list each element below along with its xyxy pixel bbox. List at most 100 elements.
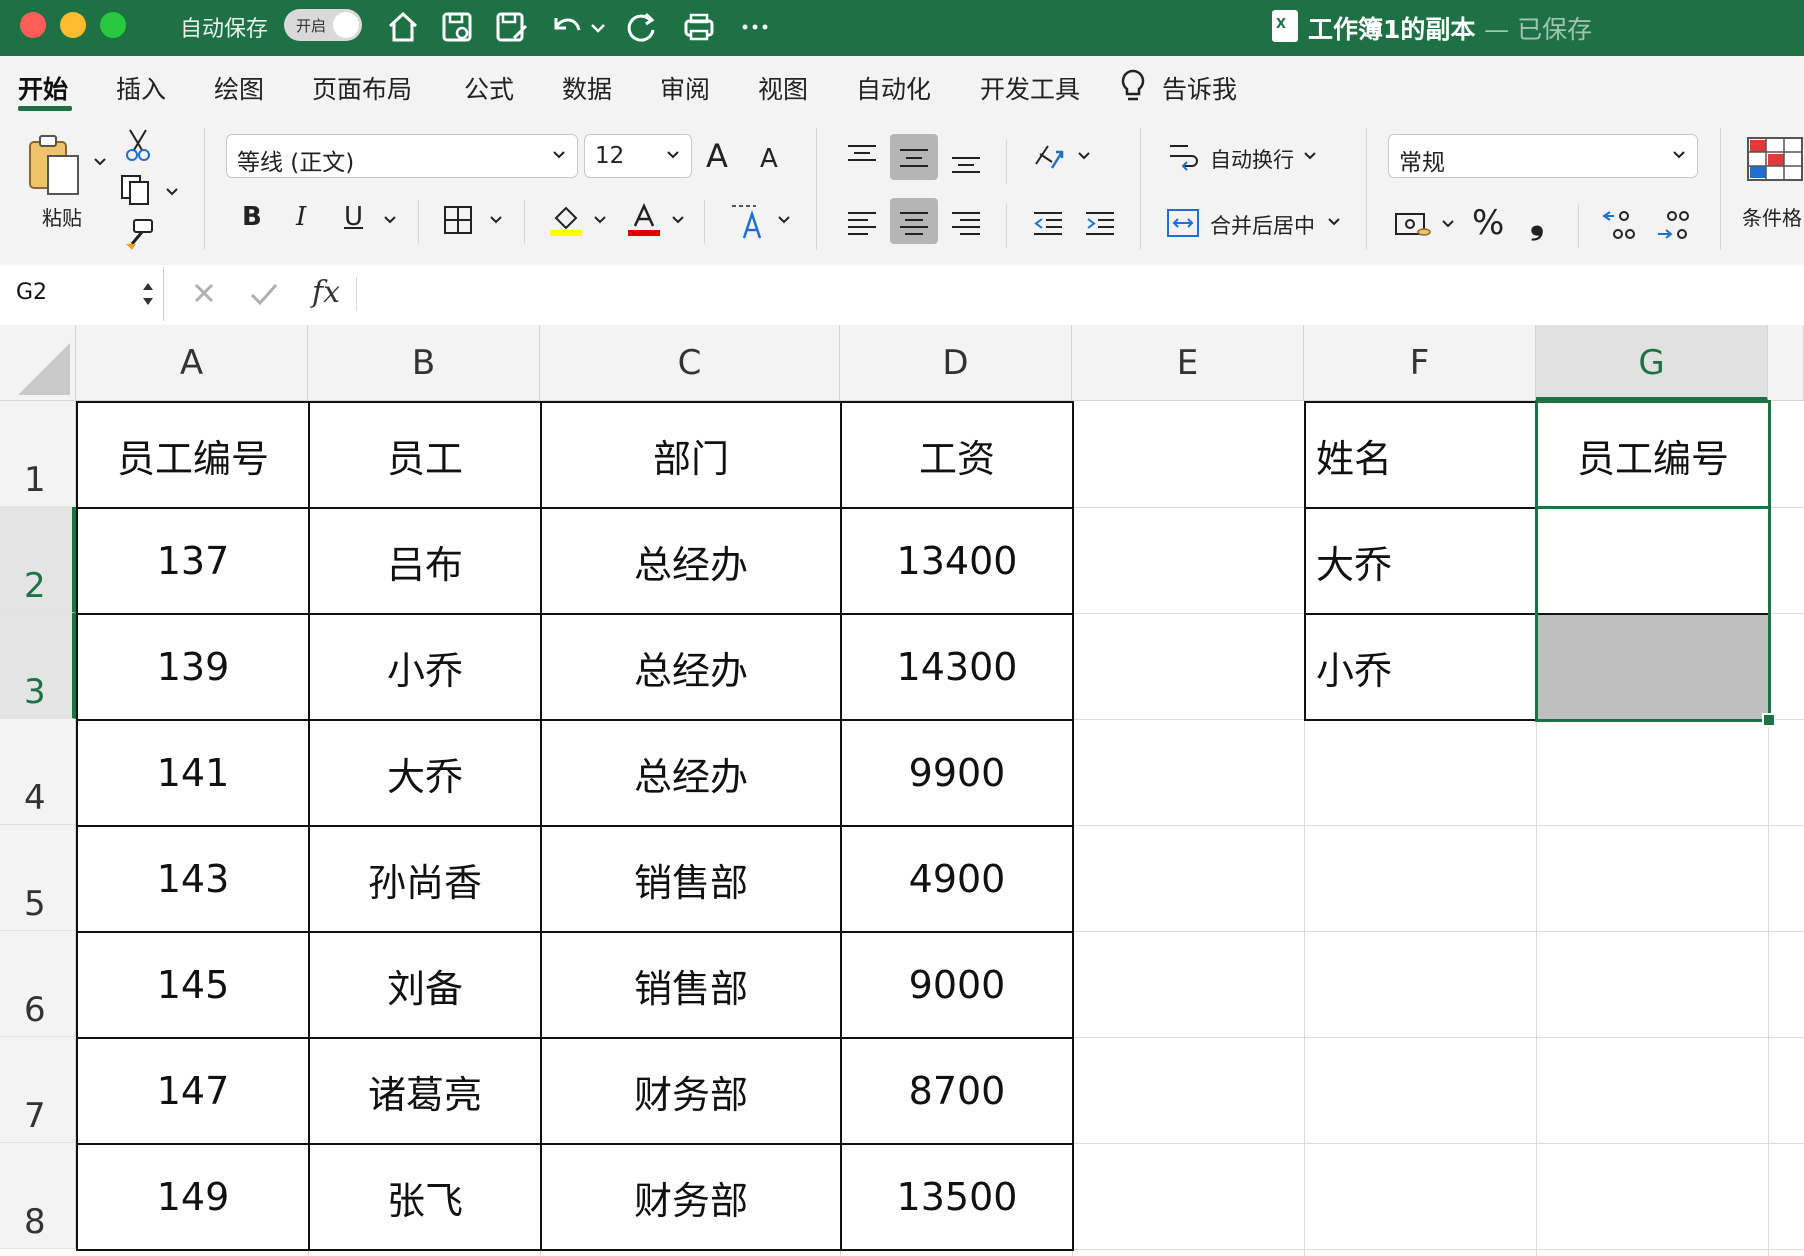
tab-home[interactable]: 开始 [18, 70, 68, 106]
font-color-icon[interactable] [626, 202, 662, 238]
phonetic-guide-icon[interactable] [728, 202, 770, 240]
table-cell[interactable]: 吕布 [308, 507, 542, 615]
table-cell[interactable]: 财务部 [540, 1037, 842, 1145]
table-cell[interactable]: 销售部 [540, 825, 842, 933]
table-cell[interactable]: 147 [76, 1037, 310, 1145]
italic-button[interactable]: I [296, 204, 306, 230]
row-header-7[interactable]: 7 [0, 1037, 76, 1143]
align-middle-icon[interactable] [898, 146, 930, 170]
underline-button[interactable]: U [344, 204, 363, 230]
fill-color-icon[interactable] [548, 202, 584, 238]
cut-icon[interactable] [124, 128, 152, 162]
wrap-dropdown-icon[interactable] [1302, 148, 1318, 164]
row-header-6[interactable]: 6 [0, 931, 76, 1037]
phonetic-dropdown-icon[interactable] [776, 212, 792, 228]
align-right-icon[interactable] [950, 210, 982, 236]
align-center-icon[interactable] [898, 210, 930, 236]
tab-page-layout[interactable]: 页面布局 [312, 70, 412, 106]
row-header-2[interactable]: 2 [0, 507, 76, 613]
undo-icon[interactable] [548, 8, 586, 46]
table-cell[interactable]: 总经办 [540, 719, 842, 827]
font-color-dropdown-icon[interactable] [670, 212, 686, 228]
text-orientation-icon[interactable] [1030, 138, 1066, 174]
table-cell[interactable]: 孙尚香 [308, 825, 542, 933]
table-cell[interactable]: 刘备 [308, 931, 542, 1039]
table-cell[interactable]: 145 [76, 931, 310, 1039]
table-cell[interactable]: 13400 [840, 507, 1074, 615]
copy-dropdown-icon[interactable] [164, 184, 180, 200]
table-cell[interactable]: 14300 [840, 613, 1074, 721]
table-cell[interactable]: 143 [76, 825, 310, 933]
column-header-a[interactable]: A [76, 325, 308, 401]
column-header-e[interactable]: E [1072, 325, 1304, 401]
table-cell[interactable]: 141 [76, 719, 310, 827]
orientation-dropdown-icon[interactable] [1076, 148, 1092, 164]
merge-dropdown-icon[interactable] [1326, 214, 1342, 230]
paste-dropdown-icon[interactable] [92, 154, 108, 170]
table-header-cell[interactable]: 员工 [308, 401, 542, 509]
copy-icon[interactable] [120, 174, 154, 206]
grow-font-button[interactable]: A [706, 140, 728, 172]
save-sync-icon[interactable] [438, 8, 476, 46]
column-header-b[interactable]: B [308, 325, 540, 401]
table-cell[interactable]: 总经办 [540, 507, 842, 615]
undo-dropdown-icon[interactable] [588, 8, 608, 46]
table-cell[interactable]: 诸葛亮 [308, 1037, 542, 1145]
redo-icon[interactable] [622, 8, 660, 46]
table-header-cell[interactable]: 员工编号 [76, 401, 310, 509]
table-cell[interactable]: 137 [76, 507, 310, 615]
bold-button[interactable]: B [242, 204, 262, 230]
tab-view[interactable]: 视图 [758, 70, 808, 106]
increase-decimal-icon[interactable] [1600, 206, 1640, 242]
lookup-cell[interactable]: 大乔 [1304, 507, 1538, 615]
column-header-d[interactable]: D [840, 325, 1072, 401]
row-header-5[interactable]: 5 [0, 825, 76, 931]
table-cell[interactable]: 总经办 [540, 613, 842, 721]
accounting-dropdown-icon[interactable] [1440, 216, 1456, 232]
font-name-combo[interactable]: 等线 (正文) [226, 134, 578, 178]
column-header-c[interactable]: C [540, 325, 840, 401]
merge-center-icon[interactable] [1166, 206, 1200, 240]
table-cell[interactable]: 大乔 [308, 719, 542, 827]
lookup-header-cell[interactable]: 姓名 [1304, 401, 1538, 509]
save-edit-icon[interactable] [492, 8, 530, 46]
tab-data[interactable]: 数据 [562, 70, 612, 106]
row-header-1[interactable]: 1 [0, 401, 76, 507]
fill-color-dropdown-icon[interactable] [592, 212, 608, 228]
accounting-format-icon[interactable] [1394, 210, 1432, 240]
format-painter-icon[interactable] [122, 218, 156, 252]
table-header-cell[interactable]: 部门 [540, 401, 842, 509]
borders-dropdown-icon[interactable] [488, 212, 504, 228]
table-cell[interactable]: 4900 [840, 825, 1074, 933]
font-size-combo[interactable]: 12 [584, 134, 692, 178]
column-header-g[interactable]: G [1536, 325, 1768, 401]
percent-button[interactable]: % [1472, 206, 1504, 240]
table-cell[interactable]: 9900 [840, 719, 1074, 827]
lookup-cell[interactable]: 小乔 [1304, 613, 1538, 721]
function-wizard-button[interactable]: fx [312, 275, 340, 310]
shrink-font-button[interactable]: A [760, 146, 778, 172]
tab-insert[interactable]: 插入 [116, 70, 166, 106]
select-all-corner[interactable] [0, 325, 76, 401]
table-cell[interactable]: 销售部 [540, 931, 842, 1039]
tab-draw[interactable]: 绘图 [214, 70, 264, 106]
row-header-8[interactable]: 8 [0, 1143, 76, 1249]
align-left-icon[interactable] [846, 210, 878, 236]
decrease-indent-icon[interactable] [1032, 210, 1064, 236]
number-format-combo[interactable]: 常规 [1388, 134, 1698, 178]
table-cell[interactable]: 149 [76, 1143, 310, 1251]
tab-developer[interactable]: 开发工具 [980, 70, 1080, 106]
close-window-button[interactable] [20, 12, 46, 38]
table-cell[interactable]: 8700 [840, 1037, 1074, 1145]
lightbulb-icon[interactable] [1118, 68, 1148, 104]
increase-indent-icon[interactable] [1084, 210, 1116, 236]
merge-center-button[interactable]: 合并后居中 [1210, 210, 1315, 240]
name-box[interactable]: G2 [0, 267, 164, 321]
row-header-3[interactable]: 3 [0, 613, 76, 719]
more-icon[interactable] [736, 8, 774, 46]
name-box-stepper-icon[interactable] [140, 277, 156, 311]
fill-handle[interactable] [1762, 713, 1776, 727]
table-cell[interactable]: 139 [76, 613, 310, 721]
table-cell[interactable]: 13500 [840, 1143, 1074, 1251]
align-top-icon[interactable] [846, 144, 878, 168]
